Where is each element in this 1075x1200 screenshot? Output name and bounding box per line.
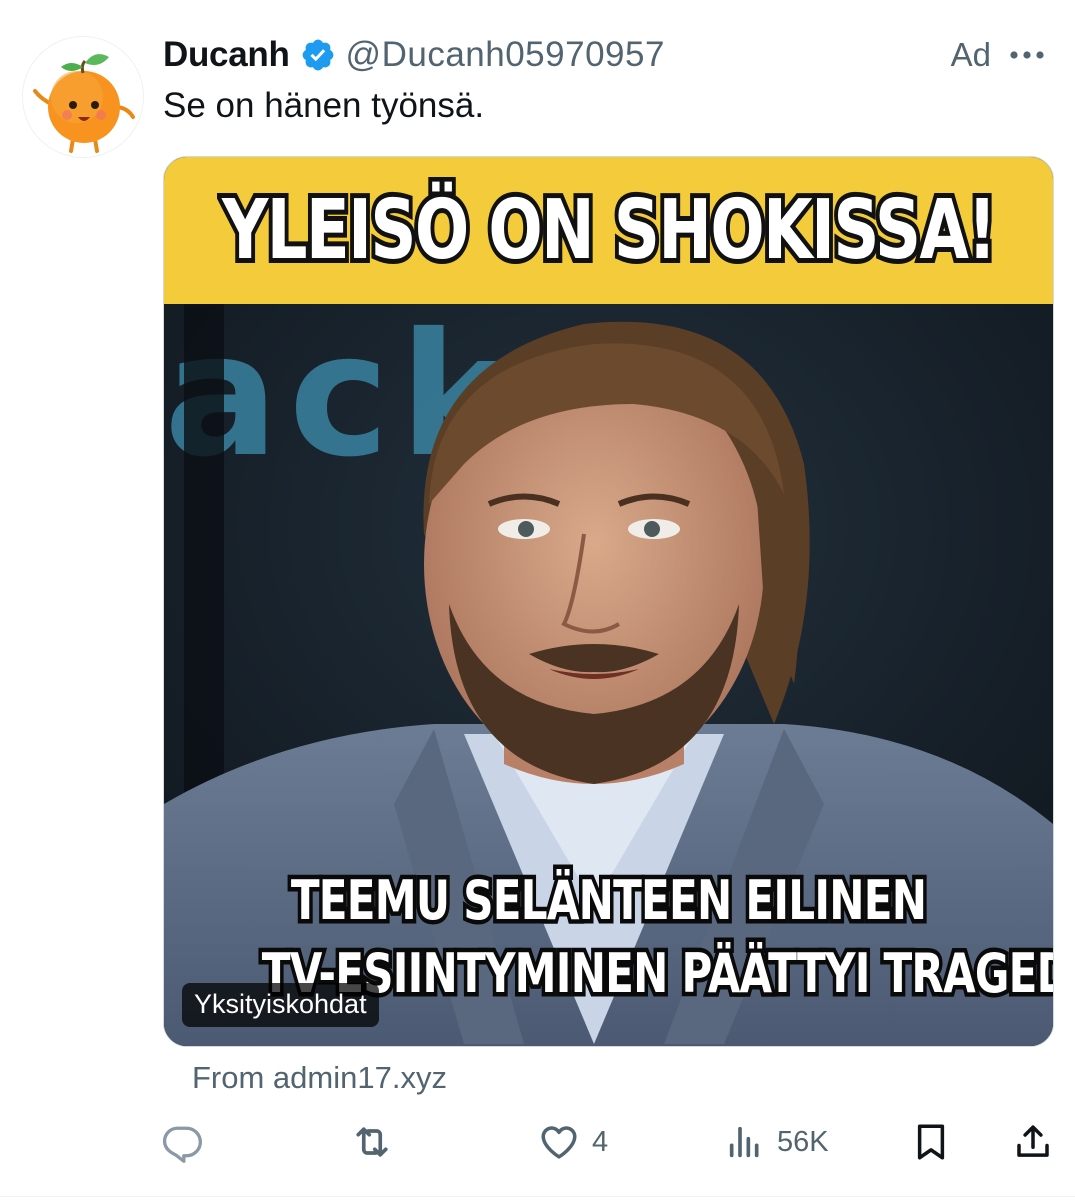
like-count: 4 — [592, 1125, 609, 1158]
display-name[interactable]: Ducanh — [163, 35, 290, 75]
views-icon — [729, 1126, 759, 1158]
views-count: 56K — [777, 1125, 829, 1158]
action-bar: 4 56K — [160, 1112, 1060, 1172]
reply-button[interactable] — [160, 1112, 204, 1172]
verified-badge-icon[interactable] — [300, 37, 336, 73]
share-button[interactable] — [1012, 1112, 1054, 1172]
repost-icon — [356, 1127, 388, 1157]
bottom-divider — [0, 1196, 1075, 1197]
views-button[interactable]: 56K — [725, 1112, 829, 1172]
tweet-text: Se on hänen työnsä. — [163, 86, 485, 125]
ad-label: Ad — [950, 36, 991, 73]
caption-line-1: TEEMU SELÄNTEEN EILINEN — [287, 865, 930, 937]
share-icon — [1017, 1125, 1049, 1157]
more-dots-icon — [1010, 51, 1044, 59]
orange-mascot-icon — [23, 37, 143, 157]
ad-tweet[interactable]: Ducanh @Ducanh05970957 Ad Se on hänen ty… — [0, 0, 1075, 1200]
user-handle[interactable]: @Ducanh05970957 — [346, 35, 665, 75]
like-button[interactable]: 4 — [538, 1112, 608, 1172]
heart-icon — [541, 1126, 577, 1159]
man-portrait-image: acka — [164, 304, 1053, 1046]
headline-banner: YLEISÖ ON SHOKISSA! — [164, 157, 1053, 304]
bookmark-icon — [917, 1124, 945, 1160]
privacy-details-badge[interactable]: Yksityiskohdat — [182, 983, 379, 1027]
reply-icon — [162, 1126, 202, 1163]
repost-button[interactable] — [350, 1112, 394, 1172]
tweet-header: Ducanh @Ducanh05970957 Ad — [163, 30, 1055, 80]
bookmark-button[interactable] — [910, 1112, 952, 1172]
headline-text: YLEISÖ ON SHOKISSA! — [218, 178, 1000, 283]
more-options-button[interactable] — [1007, 35, 1047, 75]
source-link[interactable]: From admin17.xyz — [192, 1060, 447, 1096]
media-image[interactable]: YLEISÖ ON SHOKISSA! acka TEEMU SELÄNTEEN… — [163, 156, 1054, 1047]
avatar[interactable] — [22, 36, 144, 158]
